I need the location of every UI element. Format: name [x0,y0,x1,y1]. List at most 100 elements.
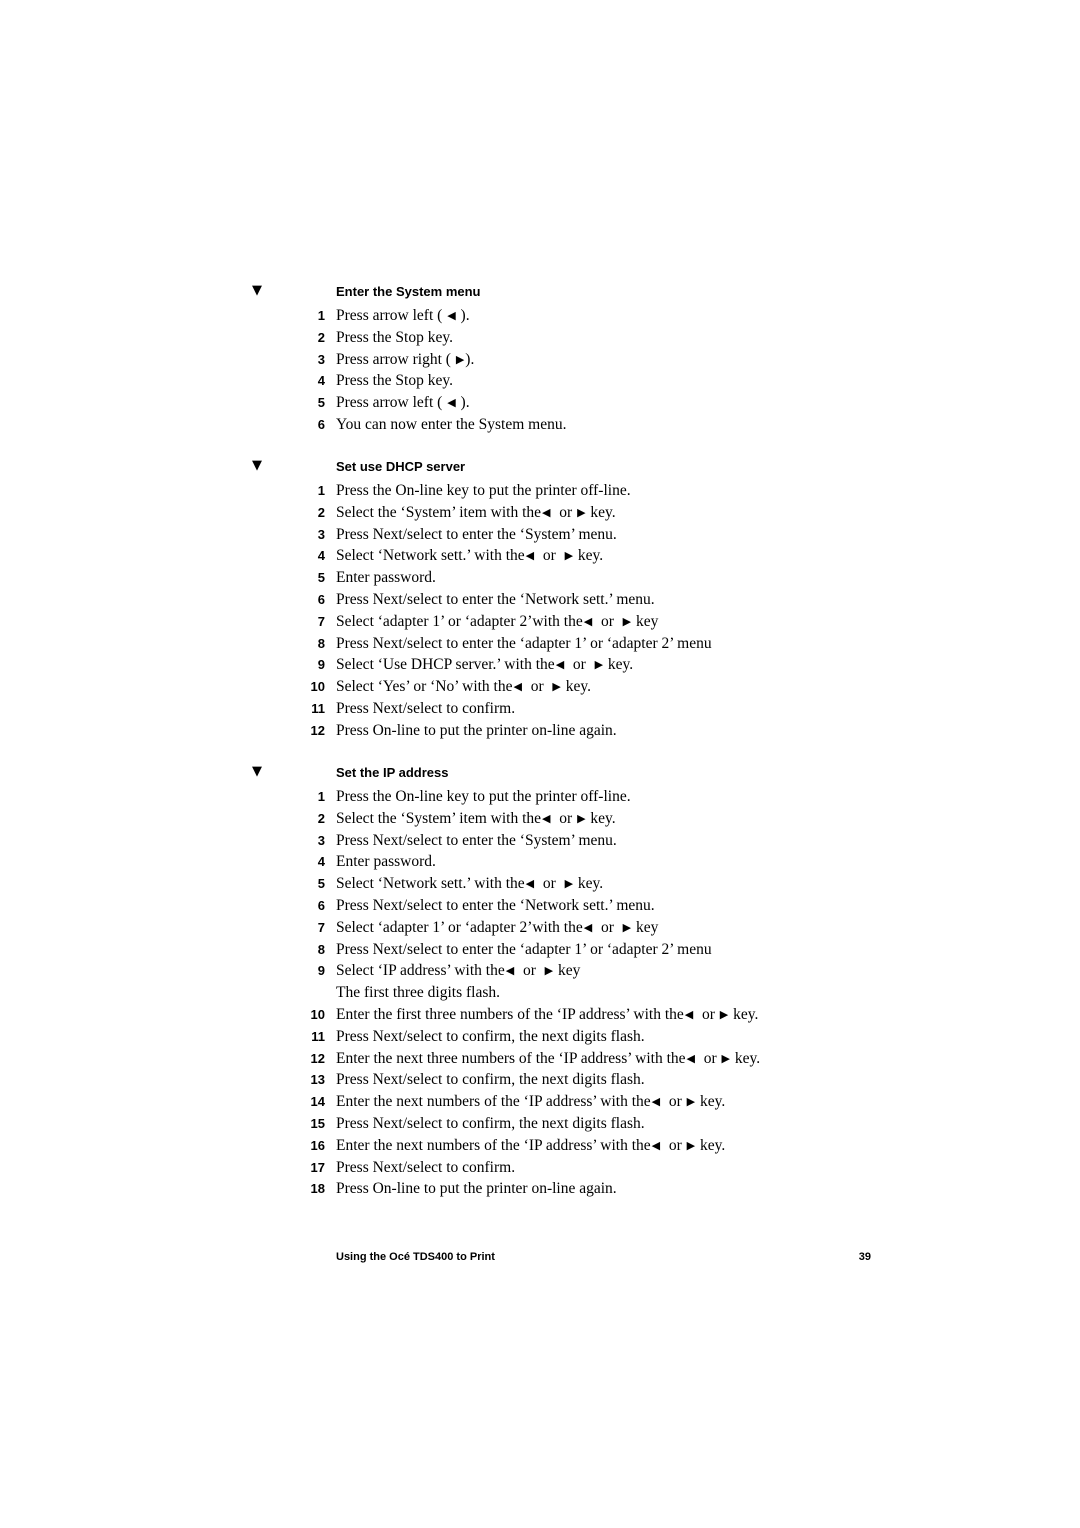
step-number: 1 [317,483,325,498]
step-text: Enter password. [336,852,436,872]
step-text-segment: or [661,1093,686,1111]
step-number: 15 [310,1115,325,1131]
section-bullet-triangle-icon: ▼ [252,764,262,779]
step-text-segment: or [695,1049,721,1067]
step-text: Select ‘Network sett.’ with the◀ or ▶ ke… [336,546,603,566]
step-text-segment: Press Next/select to confirm, the next d… [336,1114,645,1132]
step-text-segment: Press arrow left ( [336,394,447,412]
arrow-left-key-icon: ◀ [513,681,522,694]
step-text: The first three digits flash. [336,983,500,1003]
step-text-segment: or [593,612,622,630]
step-item: 8 Press Next/select to enter the ‘adapter… [0,940,1080,962]
step-text-segment: Press Next/select to confirm, the next d… [336,1027,645,1045]
step-number: 6 [317,416,325,432]
step-text-segment: Press the On-line key to put the printer… [336,788,631,805]
step-text-segment: key [632,612,659,630]
step-text: Press the On-line key to put the printer… [336,481,631,501]
step-text-segment: Enter password. [336,853,436,871]
step-text: Press Next/select to confirm, the next d… [336,1070,645,1090]
step-text-segment: or [551,809,577,827]
step-text: Select ‘Use DHCP server.’ with the◀ or ▶… [336,655,633,675]
step-item: 12 Press On-line to put the printer on-li… [0,721,1080,743]
step-text-segment: key. [561,678,591,696]
arrow-left-key-icon: ◀ [651,1096,661,1109]
step-text: Press Next/select to enter the ‘System’ … [336,831,617,851]
step-item: 7 Select ‘adapter 1’ or ‘adapter 2’with t… [0,612,1080,634]
step-text-segment: Enter password. [336,569,436,587]
step-number: 9 [317,963,325,979]
step-text: Press the Stop key. [336,371,453,391]
step-text-segment: Press Next/select to enter the ‘adapter … [336,940,712,958]
step-text: Select ‘Network sett.’ with the◀ or ▶ ke… [336,874,603,894]
step-text: Press arrow right ( ▶). [336,350,474,370]
step-text-segment: Press Next/select to confirm, the next d… [336,1071,645,1089]
arrow-left-key-icon: ◀ [525,878,535,891]
step-number: 5 [317,570,325,586]
step-text: Press Next/select to enter the ‘adapter … [336,634,712,654]
arrow-left-key-icon: ◀ [583,921,593,934]
step-text-segment: or [593,918,622,936]
step-text: Select ‘IP address’ with the◀ or ▶ key [336,961,580,981]
step-text: Select the ‘System’ item with the◀ or ▶ … [336,809,616,829]
step-text-segment: key. [604,656,634,674]
arrow-right-key-icon: ▶ [455,353,465,366]
step-number: 8 [317,635,325,651]
step-number: 17 [310,1159,325,1175]
step-number: 3 [317,832,325,848]
step-text-segment: Press arrow left ( [336,307,447,324]
step-text-segment: Enter the next three numbers of the ‘IP … [336,1049,686,1067]
step-text: You can now enter the System menu. [336,415,566,435]
step-number: 10 [310,679,325,695]
page-number: 39 [858,1251,871,1263]
step-text-segment: or [515,962,544,980]
step-text: Select ‘Yes’ or ‘No’ with the◀ or ▶ key. [336,677,591,697]
arrow-right-key-icon: ▶ [577,506,586,519]
section-title: Set use DHCP server [336,459,466,474]
step-number: 1 [317,308,325,323]
step-text: Enter the next numbers of the ‘IP addres… [336,1136,725,1156]
step-number: 3 [317,351,325,367]
step-text-segment: Enter the first three numbers of the ‘IP… [336,1005,684,1023]
step-item: 9 Select ‘IP address’ with the◀ or ▶ key [0,961,1080,983]
step-item: 1 Press the On-line key to put the printe… [0,481,1080,503]
step-number: 12 [310,722,325,738]
arrow-right-key-icon: ▶ [686,1139,696,1152]
step-item: 13 Press Next/select to confirm, the next… [0,1070,1080,1092]
manual-page: ▼ Enter the System menu 1 Press arrow left … [0,0,1080,1528]
step-item: 8 Press Next/select to enter the ‘adapter… [0,634,1080,656]
step-item: 7 Select ‘adapter 1’ or ‘adapter 2’with t… [0,918,1080,940]
step-item: 18 Press On-line to put the printer on-li… [0,1179,1080,1201]
step-item: 11 Press Next/select to confirm, the next… [0,1027,1080,1049]
step-item: 3 Press Next/select to enter the ‘System’… [0,831,1080,853]
step-text-segment: ). [456,394,470,412]
step-text-segment: Select ‘Network sett.’ with the [336,547,525,565]
step-text-segment: The first three digits flash. [336,984,500,1002]
step-number: 3 [317,526,325,542]
step-item: 15 Press Next/select to confirm, the next… [0,1114,1080,1136]
step-item: The first three digits flash. [0,983,1080,1005]
step-text: Select ‘adapter 1’ or ‘adapter 2’with th… [336,918,658,938]
step-text-segment: ). [465,350,475,368]
step-text-segment: Press Next/select to enter the ‘System’ … [336,525,617,543]
step-item: 6 You can now enter the System menu. [0,415,1080,437]
arrow-left-key-icon: ◀ [651,1139,661,1152]
step-text-segment: Press Next/select to confirm. [336,1158,516,1176]
step-text: Press Next/select to enter the ‘Network … [336,590,655,610]
step-text-segment: key. [729,1005,759,1023]
step-text-segment: key. [730,1049,761,1067]
arrow-right-key-icon: ▶ [719,1008,729,1021]
step-text: Enter the next three numbers of the ‘IP … [336,1049,760,1069]
step-text: Press On-line to put the printer on-line… [336,721,617,741]
step-number: 10 [310,1006,325,1022]
section-bullet-triangle-icon: ▼ [252,458,262,473]
step-item: 14 Enter the next numbers of the ‘IP addr… [0,1092,1080,1114]
step-text-segment: Press On-line to put the printer on-line… [336,1180,617,1198]
step-text-segment: ). [456,307,470,324]
step-item: 5 Enter password. [0,568,1080,590]
step-number: 4 [317,373,325,389]
arrow-left-key-icon: ◀ [447,310,456,322]
step-text: Press Next/select to confirm, the next d… [336,1027,645,1047]
step-text-segment: Press Next/select to enter the ‘Network … [336,590,655,608]
arrow-left-key-icon: ◀ [542,812,551,825]
footer-title: Using the Océ TDS400 to Print [336,1251,495,1263]
